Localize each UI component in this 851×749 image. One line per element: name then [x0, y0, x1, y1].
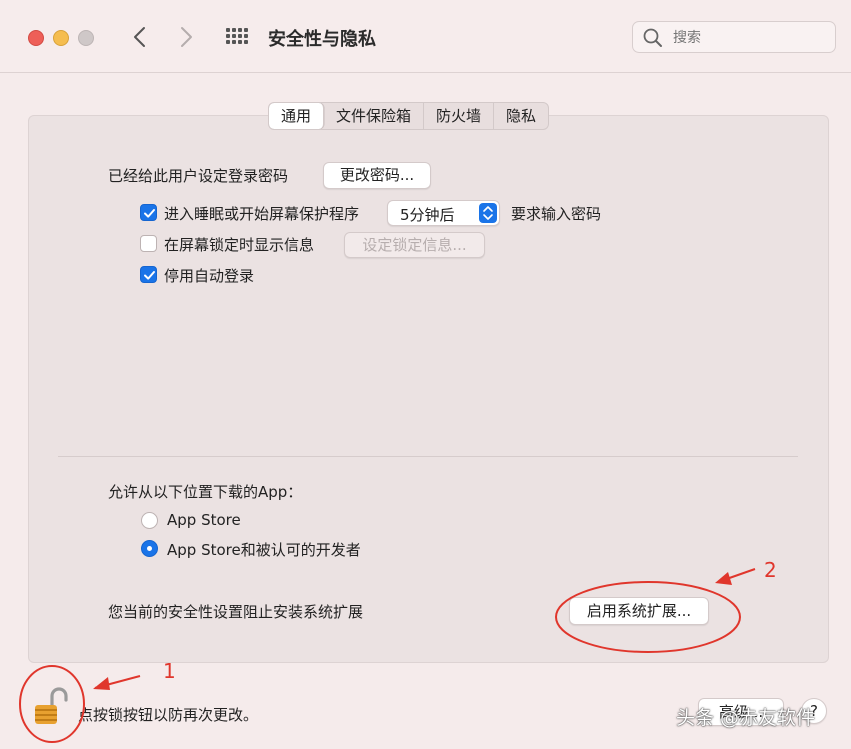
annotation-circle-extension: [555, 581, 741, 653]
annotation-label-2: 2: [764, 558, 777, 582]
annotation-label-1: 1: [163, 659, 176, 683]
watermark: 头条 @赤友软件: [676, 707, 816, 729]
annotation-overlay: [19, 568, 756, 743]
annotation-circle-lock: [19, 665, 85, 743]
